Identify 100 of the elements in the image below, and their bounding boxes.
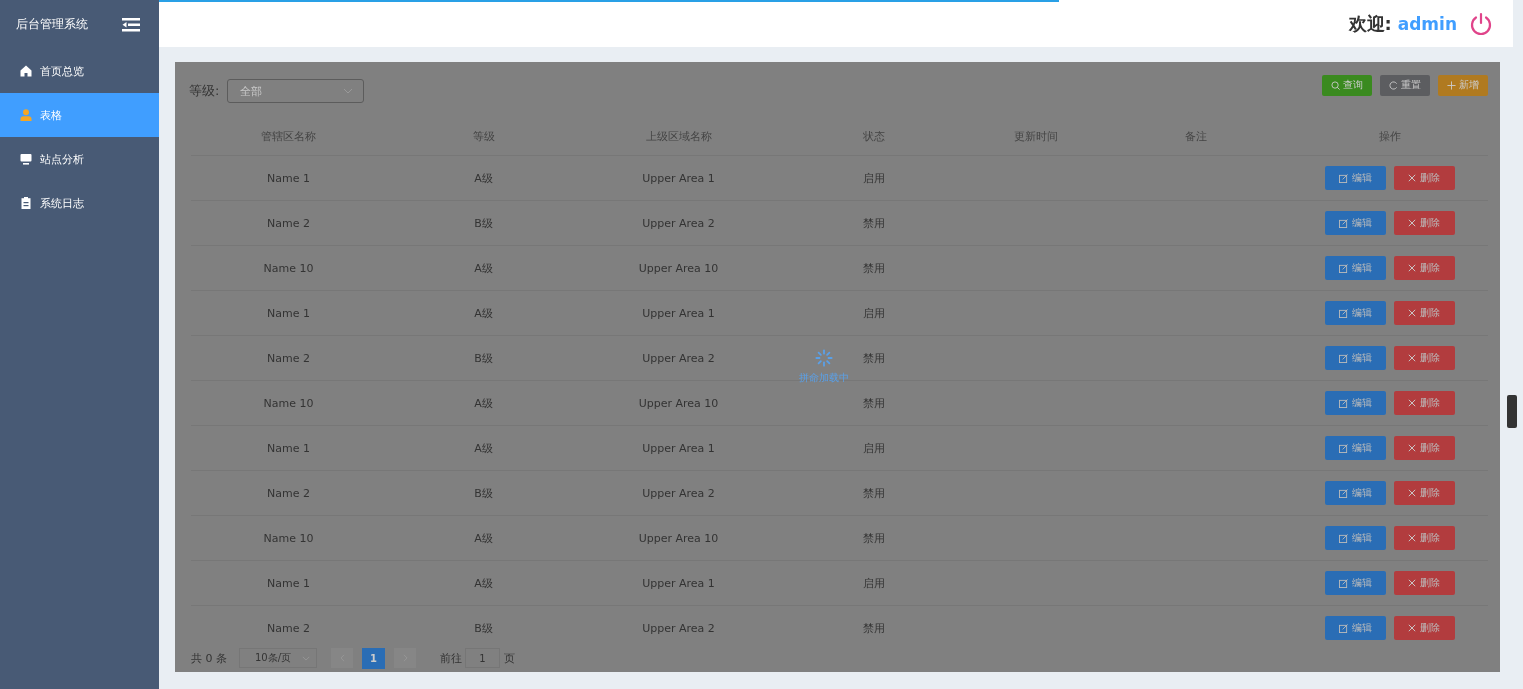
delete-button[interactable]: 删除 <box>1393 346 1455 370</box>
sidebar-item[interactable]: 表格 <box>0 93 159 137</box>
table-cell: Name 1 <box>267 171 310 185</box>
table-cell: A级 <box>474 170 493 186</box>
loading-spinner-icon <box>815 349 833 367</box>
delete-button[interactable]: 删除 <box>1393 211 1455 235</box>
search-icon <box>1331 80 1340 90</box>
table-cell: A级 <box>474 530 493 546</box>
table-cell: A级 <box>474 260 493 276</box>
table-cell: A级 <box>474 440 493 456</box>
table-cell: 启用 <box>862 575 885 591</box>
page-unit: 页 <box>504 650 515 666</box>
reset-button[interactable]: 重置 <box>1380 74 1430 96</box>
sidebar-item[interactable]: 系统日志 <box>0 181 159 225</box>
level-select[interactable]: 全部 <box>227 79 365 103</box>
table-cell: B级 <box>474 350 493 366</box>
search-button[interactable]: 查询 <box>1322 74 1372 96</box>
table-cell: Upper Area 1 <box>642 441 715 455</box>
close-icon <box>1408 444 1416 452</box>
edit-button[interactable]: 编辑 <box>1324 301 1386 325</box>
table-cell: Upper Area 10 <box>638 261 719 275</box>
delete-button[interactable]: 删除 <box>1393 571 1455 595</box>
table-cell: Name 10 <box>263 261 314 275</box>
edit-icon <box>1338 398 1348 408</box>
close-icon <box>1408 624 1416 632</box>
goto-label: 前往 <box>440 650 462 666</box>
delete-button[interactable]: 删除 <box>1393 526 1455 550</box>
delete-button[interactable]: 删除 <box>1393 616 1455 640</box>
table-cell: Upper Area 10 <box>638 531 719 545</box>
table-cell: 禁用 <box>862 260 885 276</box>
table-cell: Upper Area 1 <box>642 171 715 185</box>
edit-button[interactable]: 编辑 <box>1324 481 1386 505</box>
delete-button[interactable]: 删除 <box>1393 256 1455 280</box>
table-cell: Name 10 <box>263 531 314 545</box>
edit-button[interactable]: 编辑 <box>1324 211 1386 235</box>
table-cell: Name 2 <box>267 351 310 365</box>
table-cell: 禁用 <box>862 620 885 636</box>
add-button[interactable]: 新增 <box>1438 74 1488 96</box>
table-cell: A级 <box>474 395 493 411</box>
menu-icon[interactable] <box>122 17 140 32</box>
table-cell: Name 1 <box>267 441 310 455</box>
edit-icon <box>1338 443 1348 453</box>
table-cell: Upper Area 2 <box>642 486 715 500</box>
delete-button[interactable]: 删除 <box>1393 436 1455 460</box>
filter-label: 等级: <box>189 82 220 100</box>
table-cell: B级 <box>474 620 493 636</box>
monitor-icon <box>20 153 32 165</box>
table-cell: Upper Area 2 <box>642 351 715 365</box>
table-cell: 启用 <box>862 170 885 186</box>
close-icon <box>1408 264 1416 272</box>
edit-button[interactable]: 编辑 <box>1324 346 1386 370</box>
edit-button[interactable]: 编辑 <box>1324 256 1386 280</box>
page-number[interactable]: 1 <box>362 647 385 669</box>
side-handle-icon[interactable] <box>1507 395 1517 428</box>
page-size-select[interactable]: 10条/页 <box>239 648 317 668</box>
delete-button[interactable]: 删除 <box>1393 481 1455 505</box>
table-cell: 启用 <box>862 305 885 321</box>
close-icon <box>1408 534 1416 542</box>
page-input[interactable]: 1 <box>465 648 500 668</box>
table-cell: 禁用 <box>862 350 885 366</box>
sidebar-item[interactable]: 站点分析 <box>0 137 159 181</box>
close-icon <box>1408 489 1416 497</box>
edit-icon <box>1338 173 1348 183</box>
close-icon <box>1408 174 1416 182</box>
table-cell: Name 1 <box>267 576 310 590</box>
table-cell: 禁用 <box>862 395 885 411</box>
edit-button[interactable]: 编辑 <box>1324 571 1386 595</box>
edit-button[interactable]: 编辑 <box>1324 391 1386 415</box>
app-title: 后台管理系统 <box>16 16 88 33</box>
delete-button[interactable]: 删除 <box>1393 166 1455 190</box>
table-cell: Upper Area 2 <box>642 216 715 230</box>
table-cell: Upper Area 1 <box>642 576 715 590</box>
welcome-text: 欢迎: <box>1348 11 1392 36</box>
edit-icon <box>1338 263 1348 273</box>
delete-button[interactable]: 删除 <box>1393 301 1455 325</box>
sidebar-item[interactable]: 首页总览 <box>0 49 159 93</box>
edit-button[interactable]: 编辑 <box>1324 616 1386 640</box>
edit-icon <box>1338 353 1348 363</box>
table-cell: Name 2 <box>267 621 310 635</box>
close-icon <box>1408 399 1416 407</box>
delete-button[interactable]: 删除 <box>1393 391 1455 415</box>
edit-button[interactable]: 编辑 <box>1324 526 1386 550</box>
table-cell: Upper Area 2 <box>642 621 715 635</box>
table-cell: 启用 <box>862 440 885 456</box>
close-icon <box>1408 579 1416 587</box>
home-icon <box>20 65 32 77</box>
loading-text: 拼命加载中 <box>799 371 849 385</box>
table-cell: 禁用 <box>862 485 885 501</box>
edit-icon <box>1338 623 1348 633</box>
plus-icon <box>1447 80 1456 90</box>
edit-button[interactable]: 编辑 <box>1324 436 1386 460</box>
table-cell: Upper Area 1 <box>642 306 715 320</box>
table-cell: A级 <box>474 305 493 321</box>
close-icon <box>1408 309 1416 317</box>
refresh-icon <box>1389 80 1398 90</box>
table-cell: B级 <box>474 485 493 501</box>
power-icon[interactable] <box>1469 11 1493 36</box>
edit-button[interactable]: 编辑 <box>1324 166 1386 190</box>
chevron-down-icon <box>343 88 354 94</box>
close-icon <box>1408 219 1416 227</box>
